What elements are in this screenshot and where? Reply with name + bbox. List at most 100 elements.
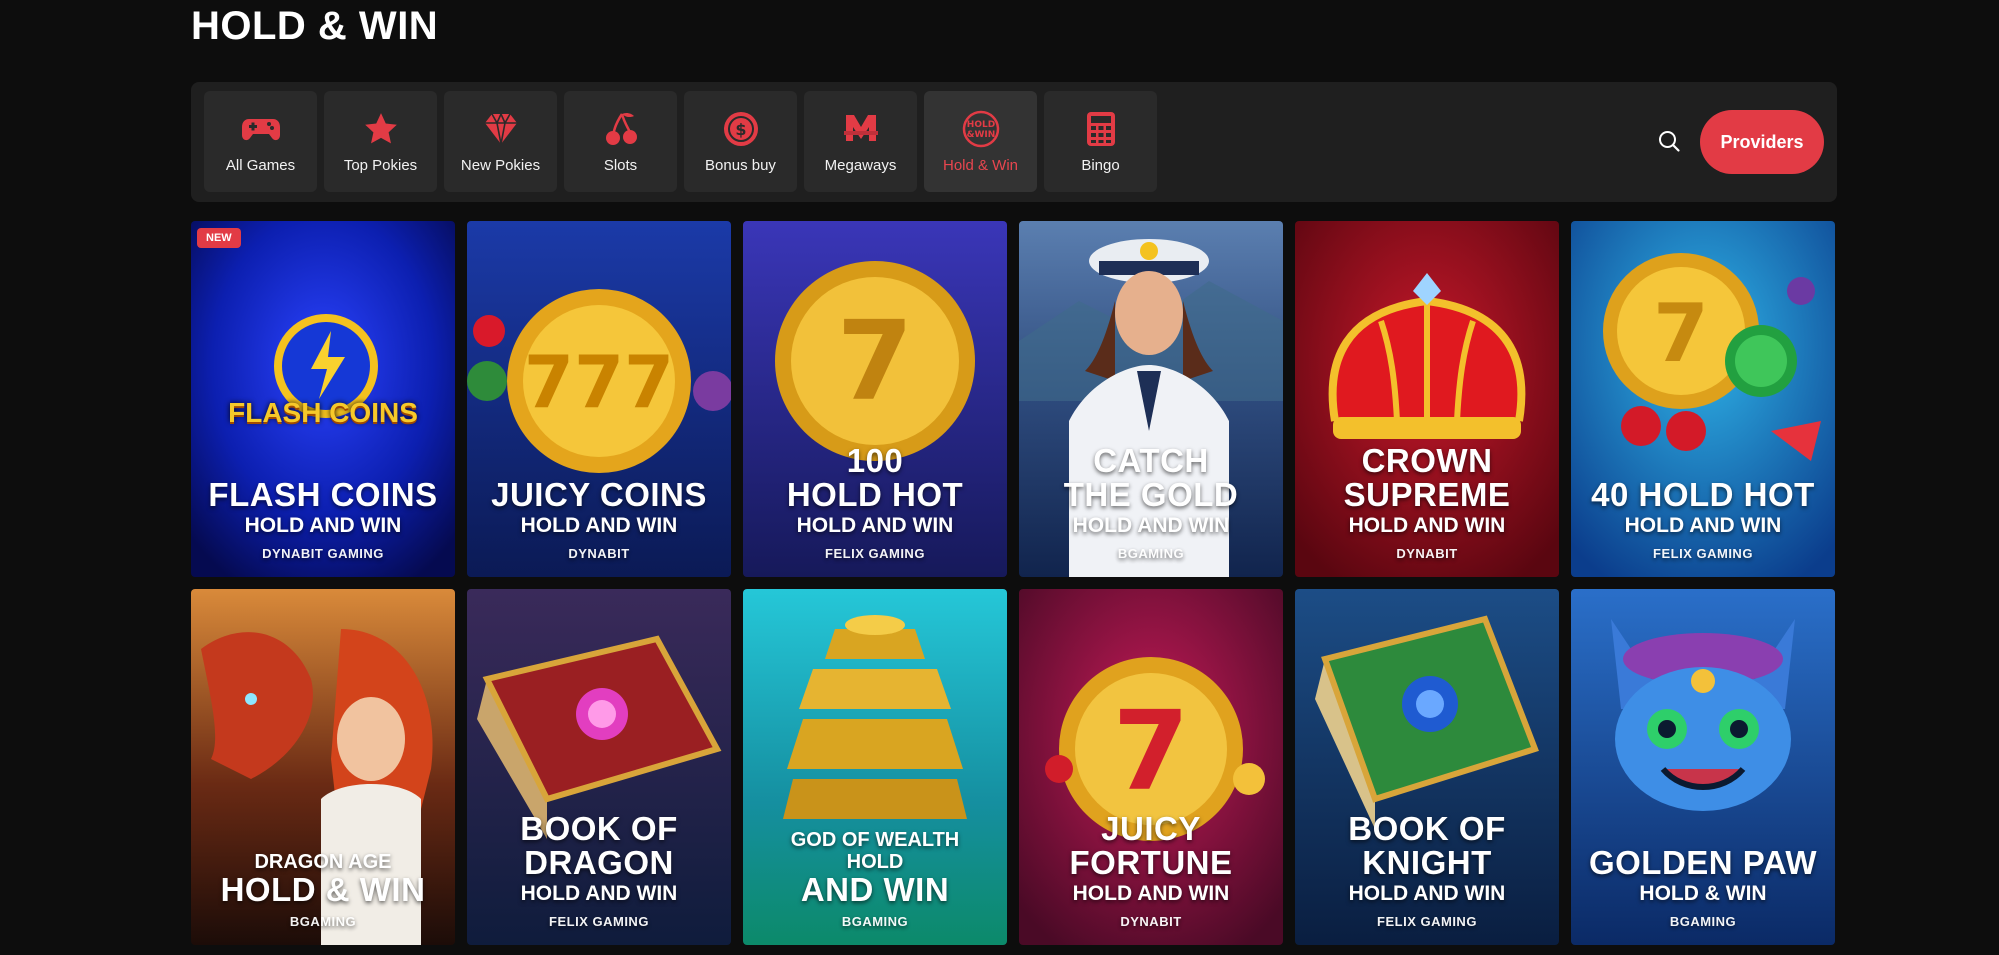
search-icon	[1657, 129, 1681, 158]
coin-icon: $	[721, 109, 761, 149]
category-label: Megaways	[824, 157, 897, 174]
game-card-book-of-dragon[interactable]: BOOK OF DRAGON HOLD AND WIN FELIX GAMING	[467, 589, 731, 945]
category-bar: All Games Top Pokies New Pokies Slots $ …	[191, 82, 1837, 202]
game-title: AND WIN	[800, 871, 950, 908]
page-title: HOLD & WIN	[191, 4, 439, 48]
game-text: BOOK OF DRAGON HOLD AND WIN FELIX GAMING	[467, 810, 731, 930]
game-card-golden-paw[interactable]: GOLDEN PAW HOLD & WIN BGAMING	[1571, 589, 1835, 945]
category-bingo[interactable]: Bingo	[1044, 91, 1157, 192]
game-card-dragon-age[interactable]: DRAGON AGE HOLD & WIN BGAMING	[191, 589, 455, 945]
svg-text:$: $	[735, 120, 746, 139]
game-provider: DYNABIT	[568, 546, 630, 561]
game-card-god-of-wealth[interactable]: GOD OF WEALTH HOLD AND WIN BGAMING	[743, 589, 1007, 945]
game-card-book-of-knight[interactable]: BOOK OF KNIGHT HOLD AND WIN FELIX GAMING	[1295, 589, 1559, 945]
category-label: Hold & Win	[942, 157, 1019, 174]
star-icon	[361, 109, 401, 149]
game-text: GOLDEN PAW HOLD & WIN BGAMING	[1571, 844, 1835, 930]
game-subtitle: HOLD AND WIN	[1072, 514, 1230, 537]
svg-text:HOLD: HOLD	[966, 120, 994, 130]
game-provider: DYNABIT	[1120, 914, 1182, 929]
game-title: BOOK OF KNIGHT	[1348, 810, 1506, 881]
gamepad-icon	[241, 109, 281, 149]
game-card-juicy-fortune[interactable]: 7 JUICY FORTUNE HOLD AND WIN DYNABIT	[1019, 589, 1283, 945]
game-provider: FELIX GAMING	[825, 546, 925, 561]
game-subtitle: HOLD AND WIN	[1072, 882, 1230, 905]
category-label: Slots	[603, 157, 638, 174]
game-card-flash-coins[interactable]: NEW FLASH COINS FLASH COINS HOLD AND WIN…	[191, 221, 455, 577]
game-title: 100 HOLD HOT	[786, 442, 964, 513]
svg-text:7: 7	[1113, 687, 1190, 815]
game-card-100-hold-hot[interactable]: 7 100 HOLD HOT HOLD AND WIN FELIX GAMING	[743, 221, 1007, 577]
game-title: 40 HOLD HOT	[1591, 476, 1815, 513]
diamond-icon	[481, 109, 521, 149]
game-subtitle: HOLD AND WIN	[1348, 882, 1506, 905]
game-text: JUICY FORTUNE HOLD AND WIN DYNABIT	[1019, 810, 1283, 930]
game-logo-text: FLASH COINS	[228, 397, 418, 428]
game-subtitle: HOLD AND WIN	[1348, 514, 1506, 537]
new-badge: NEW	[197, 228, 241, 248]
game-text: 40 HOLD HOT HOLD AND WIN FELIX GAMING	[1571, 476, 1835, 562]
game-text: BOOK OF KNIGHT HOLD AND WIN FELIX GAMING	[1295, 810, 1559, 930]
game-subtitle: HOLD AND WIN	[1624, 514, 1782, 537]
game-text: GOD OF WEALTH HOLD AND WIN BGAMING	[743, 829, 1007, 929]
category-megaways[interactable]: Megaways	[804, 91, 917, 192]
game-title: CATCH THE GOLD	[1063, 442, 1239, 513]
category-label: Bonus buy	[705, 157, 776, 174]
category-all-games[interactable]: All Games	[204, 91, 317, 192]
game-subtitle: HOLD AND WIN	[520, 514, 678, 537]
game-card-crown-supreme[interactable]: CROWN SUPREME HOLD AND WIN DYNABIT	[1295, 221, 1559, 577]
game-text: CROWN SUPREME HOLD AND WIN DYNABIT	[1295, 442, 1559, 562]
game-provider: BGAMING	[289, 914, 357, 929]
svg-text:777: 777	[524, 340, 674, 424]
game-provider: FELIX GAMING	[1653, 546, 1753, 561]
category-label: All Games	[225, 157, 296, 174]
category-label: Bingo	[1081, 157, 1120, 174]
hold-win-icon: HOLD &WIN	[961, 109, 1001, 149]
game-provider: BGAMING	[841, 914, 909, 929]
category-new-pokies[interactable]: New Pokies	[444, 91, 557, 192]
game-card-juicy-coins[interactable]: 777 JUICY COINS HOLD AND WIN DYNABIT	[467, 221, 731, 577]
category-list: All Games Top Pokies New Pokies Slots $ …	[204, 91, 1157, 192]
game-title: CROWN SUPREME	[1343, 442, 1511, 513]
game-text: FLASH COINS HOLD AND WIN DYNABIT GAMING	[191, 476, 455, 562]
game-card-catch-the-gold[interactable]: CATCH THE GOLD HOLD AND WIN BGAMING	[1019, 221, 1283, 577]
megaways-icon	[841, 109, 881, 149]
game-provider: BGAMING	[1669, 914, 1737, 929]
game-provider: FELIX GAMING	[549, 914, 649, 929]
category-slots[interactable]: Slots	[564, 91, 677, 192]
search-button[interactable]	[1654, 128, 1684, 158]
svg-text:7: 7	[1653, 287, 1709, 380]
svg-text:7: 7	[837, 297, 914, 425]
games-grid: NEW FLASH COINS FLASH COINS HOLD AND WIN…	[191, 221, 1835, 945]
game-text: DRAGON AGE HOLD & WIN BGAMING	[191, 851, 455, 929]
svg-text:&WIN: &WIN	[966, 130, 995, 140]
providers-button[interactable]: Providers	[1700, 110, 1824, 174]
game-card-40-hold-hot[interactable]: 7 40 HOLD HOT HOLD AND WIN FELIX GAMING	[1571, 221, 1835, 577]
category-label: Top Pokies	[343, 157, 418, 174]
game-text: JUICY COINS HOLD AND WIN DYNABIT	[467, 476, 731, 562]
game-text: 100 HOLD HOT HOLD AND WIN FELIX GAMING	[743, 442, 1007, 562]
game-provider: DYNABIT GAMING	[262, 546, 384, 561]
game-title: BOOK OF DRAGON	[520, 810, 678, 881]
game-title: JUICY FORTUNE	[1069, 810, 1233, 881]
game-pretitle: GOD OF WEALTH HOLD	[790, 829, 960, 873]
cherries-icon	[601, 109, 641, 149]
game-provider: BGAMING	[1117, 546, 1185, 561]
game-title: HOLD & WIN	[220, 871, 426, 908]
game-text: CATCH THE GOLD HOLD AND WIN BGAMING	[1019, 442, 1283, 562]
category-bonus-buy[interactable]: $ Bonus buy	[684, 91, 797, 192]
game-pretitle: DRAGON AGE	[254, 851, 392, 873]
category-top-pokies[interactable]: Top Pokies	[324, 91, 437, 192]
game-provider: FELIX GAMING	[1377, 914, 1477, 929]
game-subtitle: HOLD AND WIN	[796, 514, 954, 537]
game-title: GOLDEN PAW	[1588, 844, 1818, 881]
category-label: New Pokies	[460, 157, 541, 174]
bingo-icon	[1081, 109, 1121, 149]
game-subtitle: HOLD AND WIN	[520, 882, 678, 905]
game-title: JUICY COINS	[491, 476, 707, 513]
game-subtitle: HOLD AND WIN	[244, 514, 402, 537]
game-subtitle: HOLD & WIN	[1639, 882, 1767, 905]
game-title: FLASH COINS	[208, 476, 438, 513]
game-provider: DYNABIT	[1396, 546, 1458, 561]
category-hold-win[interactable]: HOLD &WIN Hold & Win	[924, 91, 1037, 192]
